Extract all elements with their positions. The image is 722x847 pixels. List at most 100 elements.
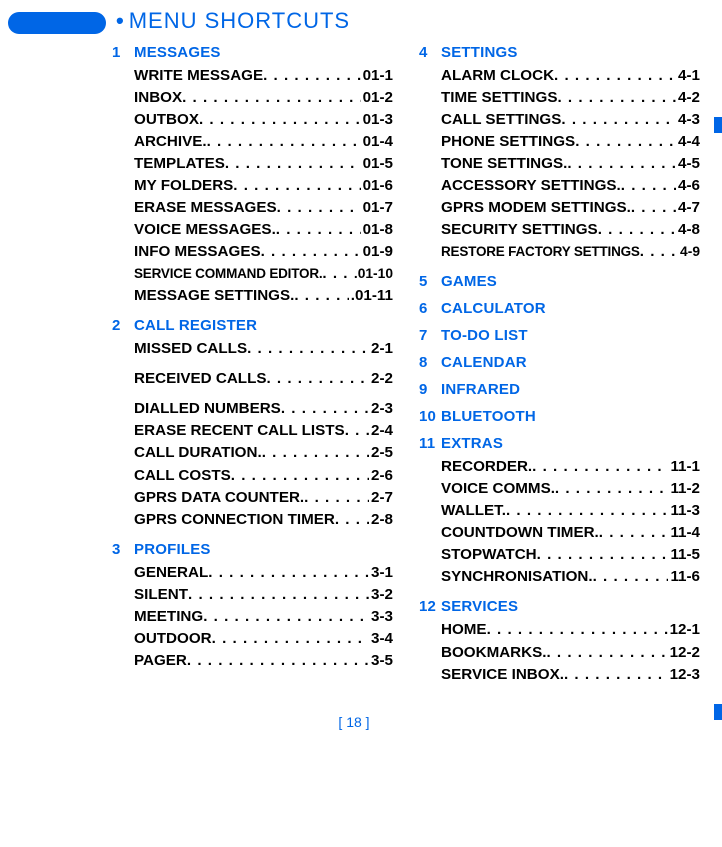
section-name: CALL REGISTER <box>134 317 257 334</box>
item-label: TEMPLATES <box>134 153 225 175</box>
item-code: 3-1 <box>369 562 393 584</box>
item-label: CALL DURATION. <box>134 442 262 464</box>
item-label: RECEIVED CALLS <box>134 368 266 390</box>
section-number: 9 <box>419 381 441 398</box>
item-code: 2-6 <box>369 465 393 487</box>
menu-item: GENERAL3-1 <box>134 562 393 584</box>
section-number: 8 <box>419 354 441 371</box>
item-label: ERASE MESSAGES <box>134 197 277 219</box>
section-name: SETTINGS <box>441 44 518 61</box>
item-code: 2-1 <box>369 338 393 360</box>
section-services: 12SERVICESHOME12-1BOOKMARKS.12-2SERVICE … <box>419 598 700 685</box>
menu-item: ERASE RECENT CALL LISTS2-4 <box>134 420 393 442</box>
item-label: VOICE MESSAGES. <box>134 219 276 241</box>
item-code: 2-8 <box>369 509 393 531</box>
section-infrared: 9INFRARED <box>419 381 700 398</box>
menu-item: CALL SETTINGS4-3 <box>441 109 700 131</box>
section-to-do-list: 7TO-DO LIST <box>419 327 700 344</box>
section-heading: 7TO-DO LIST <box>419 327 700 344</box>
item-code: 4-6 <box>676 175 700 197</box>
section-heading: 3PROFILES <box>112 541 393 558</box>
section-name: CALCULATOR <box>441 300 546 317</box>
item-label: INFO MESSAGES <box>134 241 261 263</box>
item-label: MISSED CALLS <box>134 338 247 360</box>
section-calendar: 8CALENDAR <box>419 354 700 371</box>
item-label: RECORDER. <box>441 456 532 478</box>
section-items: RECORDER.11-1VOICE COMMS.11-2WALLET.11-3… <box>441 456 700 588</box>
item-code: 01-1 <box>361 65 393 87</box>
menu-item: GPRS MODEM SETTINGS.4-7 <box>441 197 700 219</box>
section-heading: 2CALL REGISTER <box>112 317 393 334</box>
section-items: HOME12-1BOOKMARKS.12-2SERVICE INBOX.12-3 <box>441 619 700 685</box>
item-label: GPRS DATA COUNTER. <box>134 487 304 509</box>
section-number: 3 <box>112 541 134 558</box>
item-label: GPRS MODEM SETTINGS. <box>441 197 631 219</box>
leader-dots <box>276 219 361 241</box>
item-code: 3-2 <box>369 584 393 606</box>
menu-item: SYNCHRONISATION.11-6 <box>441 566 700 588</box>
item-label: ALARM CLOCK <box>441 65 554 87</box>
menu-item: MEETING3-3 <box>134 606 393 628</box>
section-number: 6 <box>419 300 441 317</box>
page-header: • MENU SHORTCUTS <box>8 8 700 34</box>
item-code: 01-9 <box>361 241 393 263</box>
leader-dots <box>537 544 669 566</box>
right-column: 4SETTINGSALARM CLOCK4-1TIME SETTINGS4-2C… <box>419 44 700 696</box>
section-items: ALARM CLOCK4-1TIME SETTINGS4-2CALL SETTI… <box>441 65 700 263</box>
leader-dots <box>187 650 369 672</box>
section-call-register: 2CALL REGISTER MISSED CALLS 2-1 RECEIVED CA… <box>112 317 393 530</box>
item-code: 11-4 <box>668 522 700 544</box>
section-heading: 8CALENDAR <box>419 354 700 371</box>
section-number: 2 <box>112 317 134 334</box>
item-label: VOICE COMMS. <box>441 478 555 500</box>
leader-dots <box>631 197 676 219</box>
menu-item: MESSAGE SETTINGS..01-11 <box>134 285 393 307</box>
item-label: CALL COSTS <box>134 465 231 487</box>
item-code: 12-3 <box>668 664 700 686</box>
header-pill <box>8 12 106 34</box>
margin-tab <box>714 704 722 720</box>
leader-dots <box>575 131 676 153</box>
item-label: COUNTDOWN TIMER. <box>441 522 599 544</box>
menu-item: SERVICE INBOX.12-3 <box>441 664 700 686</box>
item-label: MY FOLDERS <box>134 175 233 197</box>
menu-item: RECORDER.11-1 <box>441 456 700 478</box>
margin-tab <box>714 117 722 133</box>
leader-dots <box>546 642 667 664</box>
item-label: OUTBOX <box>134 109 199 131</box>
section-items: GENERAL3-1SILENT3-2MEETING3-3OUTDOOR3-4P… <box>134 562 393 672</box>
menu-item: BOOKMARKS.12-2 <box>441 642 700 664</box>
section-items: MISSED CALLS2-1RECEIVED CALLS2-2DIALLED … <box>134 338 393 530</box>
menu-item: VOICE COMMS.11-2 <box>441 478 700 500</box>
section-bluetooth: 10BLUETOOTH <box>419 408 700 425</box>
item-code: 3-3 <box>369 606 393 628</box>
leader-dots <box>555 478 669 500</box>
item-code: 01-2 <box>361 87 393 109</box>
section-calculator: 6CALCULATOR <box>419 300 700 317</box>
item-label: ARCHIVE. <box>134 131 207 153</box>
section-number: 11 <box>419 435 441 452</box>
menu-item: MY FOLDERS 01-6 <box>134 175 393 197</box>
leader-dots <box>294 285 348 307</box>
item-label: CALL SETTINGS <box>441 109 561 131</box>
menu-item: DIALLED NUMBERS2-3 <box>134 398 393 420</box>
section-name: INFRARED <box>441 381 520 398</box>
leader-dots <box>593 566 669 588</box>
leader-dots <box>247 338 369 360</box>
left-column: 1MESSAGESWRITE MESSAGE01-1INBOX01-2OUTBO… <box>112 44 393 696</box>
section-name: BLUETOOTH <box>441 408 536 425</box>
leader-dots <box>199 109 361 131</box>
leader-dots <box>532 456 668 478</box>
item-label: SERVICE COMMAND EDITOR. <box>134 264 322 284</box>
menu-item: OUTBOX01-3 <box>134 109 393 131</box>
item-label: MESSAGE SETTINGS. <box>134 285 294 307</box>
item-code: 01-6 <box>361 175 393 197</box>
section-items: WRITE MESSAGE01-1INBOX01-2OUTBOX01-3ARCH… <box>134 65 393 307</box>
item-code: 01-7 <box>361 197 393 219</box>
menu-item: PHONE SETTINGS4-4 <box>441 131 700 153</box>
leader-dots <box>208 562 369 584</box>
menu-item: COUNTDOWN TIMER. 11-4 <box>441 522 700 544</box>
item-code: 4-1 <box>676 65 700 87</box>
section-name: PROFILES <box>134 541 211 558</box>
section-number: 7 <box>419 327 441 344</box>
